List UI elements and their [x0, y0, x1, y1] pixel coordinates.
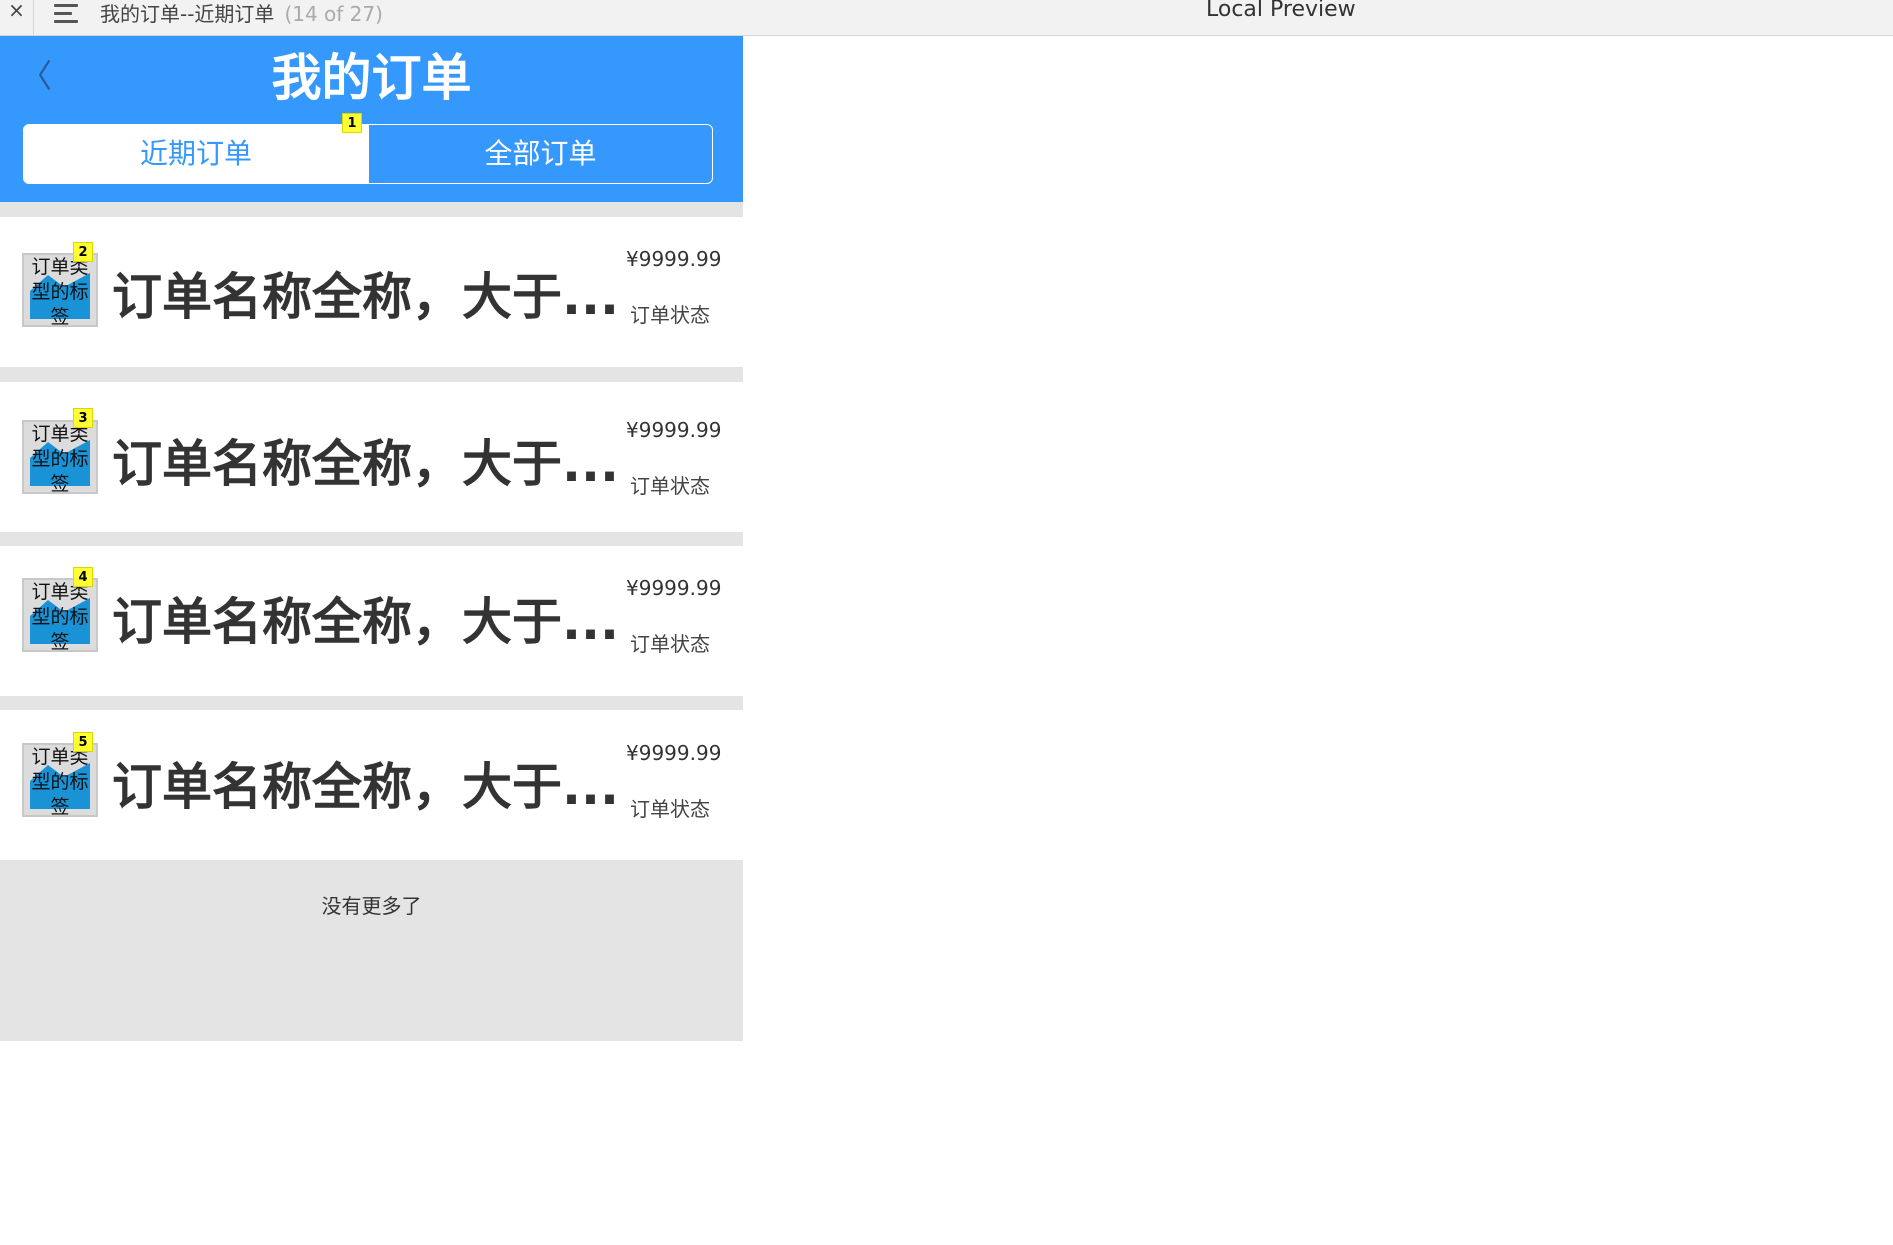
menu-icon[interactable]	[54, 2, 80, 26]
order-type-label: 订单类型的标签	[31, 581, 89, 652]
order-status: 订单状态	[630, 474, 710, 498]
order-list-item[interactable]: 订单类型的标签 3 订单名称全称，大于... ¥9999.99 订单状态	[0, 382, 743, 532]
browser-toolbar: × 我的订单--近期订单 (14 of 27) Local Preview	[0, 0, 1893, 36]
order-price: ¥9999.99	[626, 576, 722, 600]
order-tabs: 近期订单 全部订单 1	[23, 113, 713, 184]
hotspot-badge: 1	[342, 113, 362, 133]
order-name: 订单名称全称，大于...	[112, 758, 619, 816]
preview-title: Local Preview	[1206, 0, 1356, 22]
header-title: 我的订单	[271, 49, 472, 107]
order-list-item[interactable]: 订单类型的标签 5 订单名称全称，大于... ¥9999.99 订单状态	[0, 710, 743, 860]
hotspot-badge: 3	[73, 408, 93, 428]
order-type-label: 订单类型的标签	[31, 423, 89, 494]
order-type-label: 订单类型的标签	[31, 746, 89, 817]
order-type-label: 订单类型的标签	[31, 256, 89, 327]
tab-all-orders[interactable]: 全部订单	[368, 125, 712, 183]
order-name: 订单名称全称，大于...	[112, 435, 619, 493]
tab-recent-orders[interactable]: 近期订单	[24, 125, 368, 183]
order-type-thumbnail: 订单类型的标签	[22, 253, 98, 327]
phone-preview: 〈 我的订单 近期订单 全部订单 1 订单类型的标签 2 订单名称全称，大于..…	[0, 36, 743, 1041]
order-status: 订单状态	[630, 632, 710, 656]
order-price: ¥9999.99	[626, 418, 722, 442]
page-count: (14 of 27)	[284, 2, 383, 26]
order-list-item[interactable]: 订单类型的标签 2 订单名称全称，大于... ¥9999.99 订单状态	[0, 217, 743, 367]
page-title: 我的订单--近期订单 (14 of 27)	[100, 0, 383, 27]
hotspot-badge: 5	[73, 732, 93, 752]
order-status: 订单状态	[630, 303, 710, 327]
order-price: ¥9999.99	[626, 741, 722, 765]
order-list-item[interactable]: 订单类型的标签 4 订单名称全称，大于... ¥9999.99 订单状态	[0, 546, 743, 696]
order-type-thumbnail: 订单类型的标签	[22, 420, 98, 494]
order-type-thumbnail: 订单类型的标签	[22, 578, 98, 652]
close-icon[interactable]: ×	[0, 0, 34, 36]
order-status: 订单状态	[630, 797, 710, 821]
hotspot-badge: 2	[73, 242, 93, 262]
order-type-thumbnail: 订单类型的标签	[22, 743, 98, 817]
app-header: 〈 我的订单 近期订单 全部订单 1	[0, 36, 743, 202]
order-price: ¥9999.99	[626, 247, 722, 271]
order-name: 订单名称全称，大于...	[112, 593, 619, 651]
order-name: 订单名称全称，大于...	[112, 268, 619, 326]
page-title-label: 我的订单--近期订单	[100, 2, 275, 26]
no-more-text: 没有更多了	[321, 894, 422, 918]
hotspot-badge: 4	[73, 567, 93, 587]
